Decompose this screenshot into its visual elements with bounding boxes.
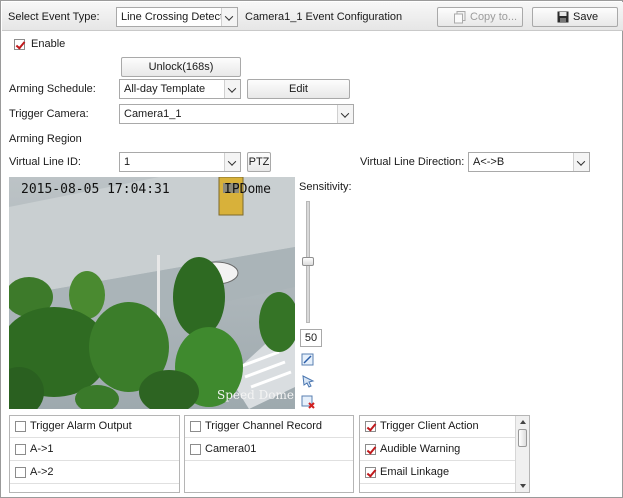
config-title: Camera1_1 Event Configuration: [245, 11, 403, 23]
channel-record-header: Trigger Channel Record: [205, 420, 322, 432]
chevron-down-icon: [221, 8, 237, 26]
select-pointer-icon[interactable]: [301, 374, 315, 388]
arming-region-label: Arming Region: [9, 133, 82, 145]
sensitivity-label: Sensitivity:: [299, 181, 352, 193]
camera01-checkbox[interactable]: [190, 444, 201, 455]
unlock-button[interactable]: Unlock(168s): [121, 57, 241, 77]
enable-checkbox[interactable]: [14, 39, 25, 50]
list-item[interactable]: Email Linkage: [360, 462, 515, 484]
alarm-output-a1-label: A->1: [30, 443, 54, 455]
trigger-camera-label: Trigger Camera:: [9, 108, 89, 120]
delete-line-icon[interactable]: [301, 395, 315, 409]
copy-to-label: Copy to...: [470, 11, 518, 23]
live-view[interactable]: 2015-08-05 17:04:31 IPDome Speed Dome: [9, 177, 295, 409]
copy-to-button[interactable]: Copy to...: [437, 7, 523, 27]
arming-schedule-label: Arming Schedule:: [9, 83, 96, 95]
virtual-line-id-value: 1: [124, 156, 131, 168]
virtual-line-id-label: Virtual Line ID:: [9, 156, 81, 168]
alarm-output-checkbox[interactable]: [15, 421, 26, 432]
arming-schedule-value: All-day Template: [124, 83, 206, 95]
camera-scene: [9, 177, 295, 409]
list-item[interactable]: A->1: [10, 439, 179, 461]
toolbar: Select Event Type: Line Crossing Detect.…: [2, 2, 623, 31]
client-action-panel: Trigger Client Action Audible Warning Em…: [359, 415, 530, 493]
email-linkage-label: Email Linkage: [380, 466, 450, 478]
list-item[interactable]: A->2: [10, 462, 179, 484]
save-button[interactable]: Save: [532, 7, 618, 27]
alarm-output-panel: Trigger Alarm Output A->1 A->2: [9, 415, 180, 493]
event-type-value: Line Crossing Detect...: [121, 11, 221, 23]
save-label: Save: [573, 11, 599, 23]
scroll-down-icon[interactable]: [516, 481, 530, 491]
channel-record-header-row[interactable]: Trigger Channel Record: [185, 416, 353, 438]
virtual-line-direction-select[interactable]: A<->B: [468, 152, 590, 172]
event-type-select[interactable]: Line Crossing Detect...: [116, 7, 238, 27]
channel-record-panel: Trigger Channel Record Camera01: [184, 415, 354, 493]
osd-timestamp: 2015-08-05 17:04:31: [21, 182, 170, 197]
alarm-output-a1-checkbox[interactable]: [15, 444, 26, 455]
client-action-checkbox[interactable]: [365, 421, 376, 432]
event-type-label: Select Event Type:: [8, 11, 100, 23]
virtual-line-direction-value: A<->B: [473, 156, 505, 168]
alarm-output-a2-label: A->2: [30, 466, 54, 478]
scrollbar-thumb[interactable]: [518, 429, 527, 447]
chevron-down-icon: [224, 153, 240, 171]
chevron-down-icon: [337, 105, 353, 123]
ptz-button[interactable]: PTZ: [247, 152, 271, 172]
alarm-output-a2-checkbox[interactable]: [15, 467, 26, 478]
audible-warning-label: Audible Warning: [380, 443, 461, 455]
list-item[interactable]: Audible Warning: [360, 439, 515, 461]
chevron-down-icon: [224, 80, 240, 98]
client-action-scrollbar[interactable]: [515, 416, 529, 492]
enable-label: Enable: [31, 38, 66, 50]
chevron-down-icon: [573, 153, 589, 171]
scroll-up-icon[interactable]: [516, 417, 530, 427]
list-item[interactable]: Camera01: [185, 439, 353, 461]
audible-warning-checkbox[interactable]: [365, 444, 376, 455]
alarm-output-header: Trigger Alarm Output: [30, 420, 132, 432]
client-action-header-row[interactable]: Trigger Client Action: [360, 416, 515, 438]
event-config-window: Select Event Type: Line Crossing Detect.…: [0, 0, 623, 498]
sensitivity-slider-handle[interactable]: [302, 257, 314, 266]
camera01-label: Camera01: [205, 443, 257, 455]
trigger-camera-select[interactable]: Camera1_1: [119, 104, 354, 124]
virtual-line-id-select[interactable]: 1: [119, 152, 241, 172]
arming-schedule-select[interactable]: All-day Template: [119, 79, 241, 99]
alarm-output-header-row[interactable]: Trigger Alarm Output: [10, 416, 179, 438]
save-icon: [557, 11, 569, 23]
channel-record-checkbox[interactable]: [190, 421, 201, 432]
copy-icon: [454, 11, 466, 24]
osd-bottom-text: Speed Dome: [217, 388, 294, 402]
edit-schedule-button[interactable]: Edit: [247, 79, 350, 99]
sensitivity-value[interactable]: 50: [300, 329, 322, 347]
virtual-line-direction-label: Virtual Line Direction:: [360, 156, 465, 168]
client-action-header: Trigger Client Action: [380, 420, 479, 432]
osd-camera-name: IPDome: [224, 182, 271, 197]
email-linkage-checkbox[interactable]: [365, 467, 376, 478]
trigger-camera-value: Camera1_1: [124, 108, 182, 120]
draw-line-icon[interactable]: [301, 353, 315, 367]
